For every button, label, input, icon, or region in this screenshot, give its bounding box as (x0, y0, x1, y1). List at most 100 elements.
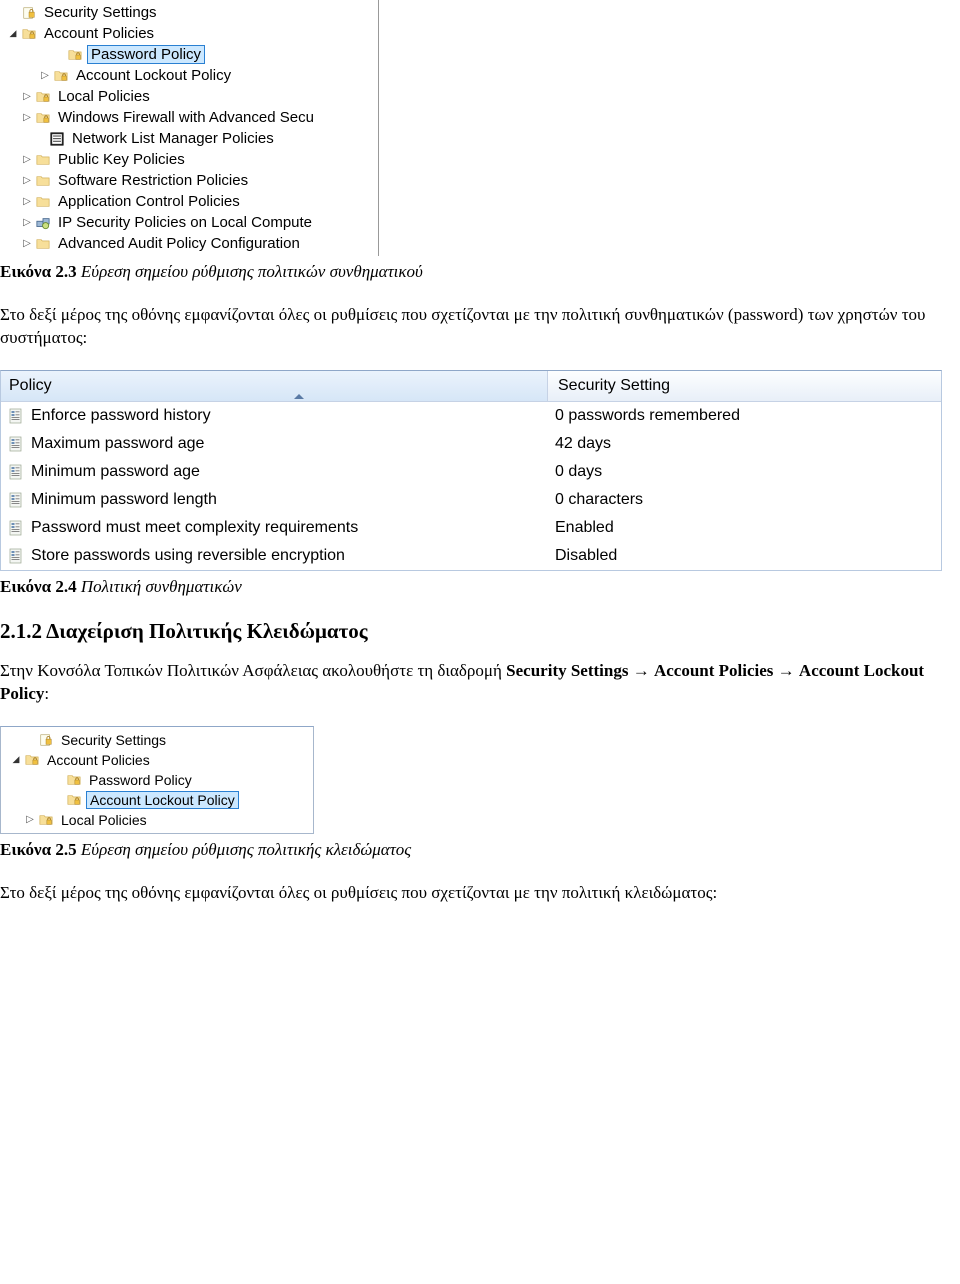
tree-item[interactable]: Network List Manager Policies (0, 128, 378, 149)
folder-lock-icon (65, 791, 83, 809)
figure-caption-2-4: Εικόνα 2.4 Πολιτική συνθηματικών (0, 577, 960, 597)
tree-item-label: Account Policies (44, 25, 154, 42)
policy-name: Minimum password length (31, 491, 217, 509)
expand-arrow-icon[interactable]: ▷ (38, 70, 52, 81)
tree-item[interactable]: ▷ Software Restriction Policies (0, 170, 378, 191)
expand-arrow-icon[interactable]: ▷ (20, 196, 34, 207)
figure-caption-2-3: Εικόνα 2.3 Εύρεση σημείου ρύθμισης πολιτ… (0, 262, 960, 282)
tree-item-label: Network List Manager Policies (72, 130, 274, 147)
figure-caption-2-5: Εικόνα 2.5 Εύρεση σημείου ρύθμισης πολιτ… (0, 840, 960, 860)
expand-arrow-icon[interactable]: ▷ (20, 91, 34, 102)
policy-doc-icon (7, 519, 25, 537)
expand-arrow-icon[interactable]: ▷ (20, 154, 34, 165)
policy-value: Disabled (555, 547, 617, 564)
policy-doc-icon (7, 435, 25, 453)
tree-item-label: Local Policies (58, 88, 150, 105)
policy-doc-icon (7, 407, 25, 425)
tree-item[interactable]: Account Lockout Policy (1, 790, 313, 810)
expand-arrow-icon[interactable]: ▷ (20, 112, 34, 123)
tree-item[interactable]: Password Policy (1, 770, 313, 790)
column-header-policy[interactable]: Policy (1, 371, 548, 401)
policy-row[interactable]: Password must meet complexity requiremen… (1, 514, 941, 542)
body-paragraph: Στην Κονσόλα Τοπικών Πολιτικών Ασφάλειας… (0, 660, 960, 706)
policy-name: Enforce password history (31, 407, 211, 425)
policy-value: Enabled (555, 519, 614, 536)
policy-row[interactable]: Minimum password age 0 days (1, 458, 941, 486)
expand-arrow-icon[interactable]: ▷ (20, 217, 34, 228)
policy-list-header[interactable]: Policy Security Setting (1, 371, 941, 402)
column-header-policy-label: Policy (9, 377, 52, 395)
tree-item-label: IP Security Policies on Local Compute (58, 214, 312, 231)
policy-value: 0 characters (555, 491, 643, 508)
tree-item[interactable]: ▷ IP Security Policies on Local Compute (0, 212, 378, 233)
folder-lock-icon (66, 46, 84, 64)
tree-item-label: Windows Firewall with Advanced Secu (58, 109, 314, 126)
body-paragraph: Στο δεξί μέρος της οθόνης εμφανίζονται ό… (0, 304, 960, 350)
policy-row[interactable]: Maximum password age 42 days (1, 430, 941, 458)
tree-item-label: Application Control Policies (58, 193, 240, 210)
caption-text: Πολιτική συνθηματικών (77, 577, 242, 596)
caption-text: Εύρεση σημείου ρύθμισης πολιτικών συνθημ… (77, 262, 423, 281)
tree-item[interactable]: ▷ Local Policies (0, 86, 378, 107)
text-run: Στην Κονσόλα Τοπικών Πολιτικών Ασφάλειας… (0, 661, 506, 680)
policy-name: Store passwords using reversible encrypt… (31, 547, 345, 565)
caption-label: Εικόνα 2.5 (0, 840, 77, 859)
folder-lock-icon (20, 25, 38, 43)
policy-doc-icon (7, 463, 25, 481)
collapse-arrow-icon[interactable]: ◢ (6, 28, 20, 39)
security-settings-tree-small[interactable]: Security Settings◢Account Policies Passwo… (0, 726, 314, 834)
path-account-policies: Account Policies (654, 661, 773, 680)
tree-item-label: Account Lockout Policy (76, 67, 231, 84)
expand-arrow-icon[interactable]: ▷ (23, 814, 37, 825)
arrow-glyph: → (773, 661, 799, 680)
security-settings-tree[interactable]: Security Settings ◢ Account Policies Passwo… (0, 0, 379, 256)
tree-item[interactable]: Password Policy (0, 44, 378, 65)
tree-item[interactable]: ▷ Local Policies (1, 810, 313, 830)
collapse-arrow-icon[interactable]: ◢ (9, 754, 23, 765)
tree-item-label: Software Restriction Policies (58, 172, 248, 189)
tree-item[interactable]: ▷ Application Control Policies (0, 191, 378, 212)
expand-arrow-icon[interactable]: ▷ (20, 175, 34, 186)
folder-icon (34, 172, 52, 190)
tree-item[interactable]: ▷Advanced Audit Policy Configuration (0, 233, 378, 254)
policy-doc-icon (7, 491, 25, 509)
tree-item-label: Local Policies (61, 812, 147, 828)
policy-row[interactable]: Enforce password history0 passwords reme… (1, 402, 941, 430)
policy-value: 0 days (555, 463, 602, 480)
ipsec-icon (34, 214, 52, 232)
folder-lock-icon (65, 771, 83, 789)
tree-item[interactable]: ▷ Windows Firewall with Advanced Secu (0, 107, 378, 128)
column-header-security-setting[interactable]: Security Setting (548, 371, 941, 401)
policy-row[interactable]: Minimum password length 0 characters (1, 486, 941, 514)
expand-arrow-icon[interactable]: ▷ (20, 238, 34, 249)
policy-value: 42 days (555, 435, 611, 452)
tree-item-label: Public Key Policies (58, 151, 185, 168)
folder-lock-icon (34, 88, 52, 106)
folder-lock-icon (34, 109, 52, 127)
folder-icon (34, 151, 52, 169)
column-header-security-setting-label: Security Setting (558, 377, 670, 395)
security-icon (37, 731, 55, 749)
tree-item[interactable]: ◢Account Policies (1, 750, 313, 770)
policy-name: Minimum password age (31, 463, 200, 481)
folder-lock-icon (37, 811, 55, 829)
body-paragraph: Στο δεξί μέρος της οθόνης εμφανίζονται ό… (0, 882, 960, 905)
policy-doc-icon (7, 547, 25, 565)
policy-name: Maximum password age (31, 435, 204, 453)
netlist-icon (48, 130, 66, 148)
tree-item[interactable]: ◢ Account Policies (0, 23, 378, 44)
tree-item[interactable]: ▷ Account Lockout Policy (0, 65, 378, 86)
arrow-glyph: → (628, 661, 654, 680)
tree-item-label: Password Policy (89, 772, 192, 788)
folder-lock-icon (23, 751, 41, 769)
folder-icon (34, 193, 52, 211)
path-security-settings: Security Settings (506, 661, 628, 680)
tree-item[interactable]: Security Settings (0, 2, 378, 23)
tree-item[interactable]: ▷ Public Key Policies (0, 149, 378, 170)
policy-settings-list[interactable]: Policy Security Setting Enforce password… (0, 370, 942, 571)
caption-text: Εύρεση σημείου ρύθμισης πολιτικής κλειδώ… (77, 840, 412, 859)
tree-item-label: Account Lockout Policy (90, 792, 235, 808)
tree-item-label: Security Settings (44, 4, 157, 21)
tree-item[interactable]: Security Settings (1, 730, 313, 750)
policy-row[interactable]: Store passwords using reversible encrypt… (1, 542, 941, 570)
